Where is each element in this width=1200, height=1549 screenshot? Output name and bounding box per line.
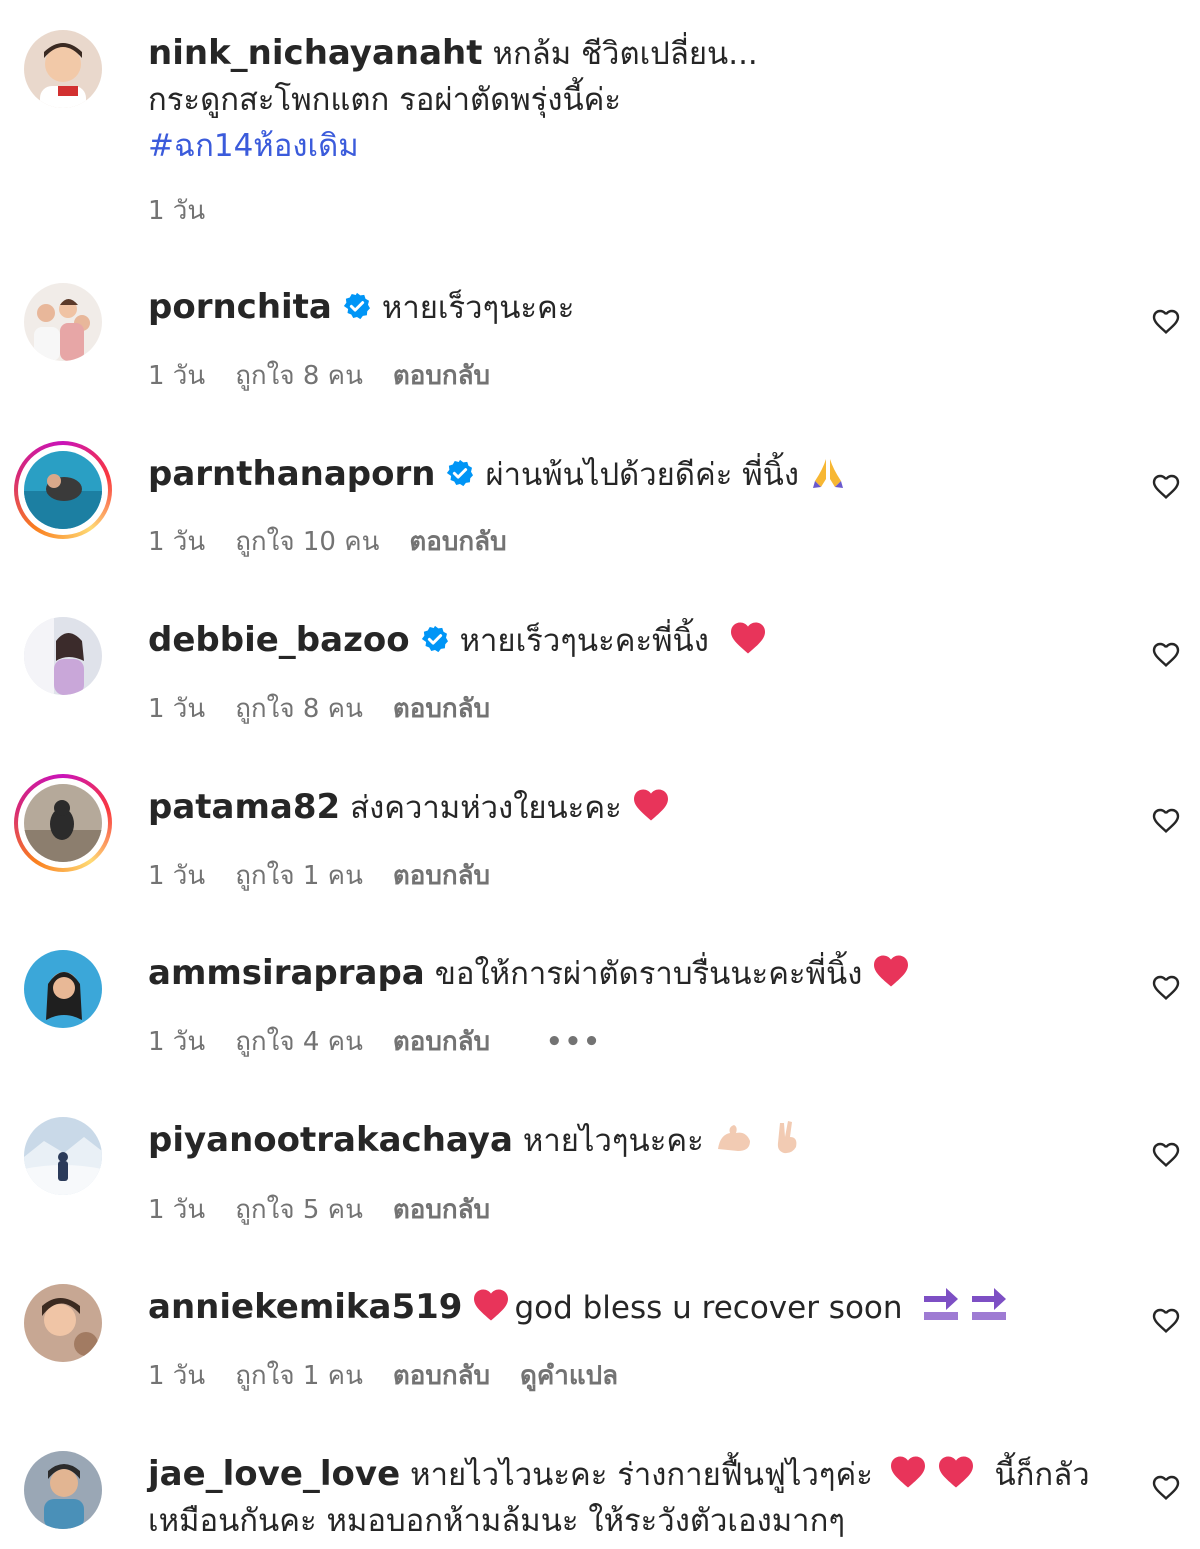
- post-meta: 1 วัน: [148, 190, 235, 231]
- caption-line-1: หกล้ม ชีวิตเปลี่ยน...: [492, 36, 758, 72]
- comment-patama82: patama82 ส่งความห่วงใยนะคะ: [148, 784, 1105, 831]
- comment-text: หายเร็วๆนะคะพี่นิ้ง: [459, 623, 709, 659]
- comment-username[interactable]: piyanootrakachaya: [148, 1120, 513, 1160]
- heart-outline-icon[interactable]: [1150, 1471, 1182, 1503]
- comment-ammsiraprapa: ammsiraprapa ขอให้การผ่าตัดราบรื่นนะคะพี่…: [148, 950, 1105, 997]
- comment-text: หายไวๆนะคะ: [522, 1123, 704, 1159]
- comment-time[interactable]: 1 วัน: [148, 1027, 205, 1057]
- comment-time[interactable]: 1 วัน: [148, 694, 205, 724]
- avatar-patama82: [24, 784, 102, 862]
- avatar-nink-nichayanaht[interactable]: [24, 30, 102, 108]
- comment-text: ขอให้การผ่าตัดราบรื่นนะคะพี่นิ้ง: [434, 956, 863, 992]
- hashtag-link[interactable]: #ฉก14ห้องเดิม: [148, 128, 359, 164]
- comment-time[interactable]: 1 วัน: [148, 1195, 205, 1225]
- comment-username[interactable]: pornchita: [148, 287, 332, 327]
- verified-badge-icon: [343, 292, 370, 320]
- comment-username[interactable]: patama82: [148, 787, 340, 827]
- comment-time[interactable]: 1 วัน: [148, 361, 205, 391]
- story-ring[interactable]: [14, 774, 112, 872]
- comment-username[interactable]: jae_love_love: [148, 1454, 400, 1494]
- folded-hands-emoji: [812, 459, 843, 488]
- comment-username[interactable]: debbie_bazoo: [148, 620, 410, 660]
- reply-button[interactable]: ตอบกลับ: [393, 361, 490, 391]
- comment-text: หายเร็วๆนะคะ: [381, 290, 575, 326]
- comment-text: god bless u recover soon: [514, 1290, 903, 1326]
- heart-outline-icon[interactable]: [1150, 971, 1182, 1003]
- reply-button[interactable]: ตอบกลับ: [393, 1027, 490, 1057]
- comment-piyanootrakachaya: piyanootrakachaya หายไวๆนะคะ: [148, 1117, 1105, 1164]
- red-heart-emoji: [938, 1456, 973, 1488]
- comment-meta: 1 วัน ถูกใจ 8 คน ตอบกลับ: [148, 688, 520, 729]
- avatar-jae-love-love[interactable]: [24, 1451, 102, 1529]
- avatar-ammsiraprapa[interactable]: [24, 950, 102, 1028]
- comment-meta: 1 วัน ถูกใจ 10 คน ตอบกลับ: [148, 521, 537, 562]
- comment-likes[interactable]: ถูกใจ 10 คน: [235, 527, 379, 557]
- comment-likes[interactable]: ถูกใจ 4 คน: [235, 1027, 363, 1057]
- red-heart-emoji: [730, 622, 765, 654]
- comment-time[interactable]: 1 วัน: [148, 861, 205, 891]
- reply-button[interactable]: ตอบกลับ: [393, 861, 490, 891]
- reply-button[interactable]: ตอบกลับ: [409, 527, 506, 557]
- post-time[interactable]: 1 วัน: [148, 196, 205, 226]
- soon-arrow-emoji: [972, 1288, 1007, 1320]
- heart-outline-icon[interactable]: [1150, 305, 1182, 337]
- heart-outline-icon[interactable]: [1150, 638, 1182, 670]
- comment-username[interactable]: parnthanaporn: [148, 454, 435, 494]
- red-heart-emoji: [890, 1456, 925, 1488]
- see-translation-button[interactable]: ดูคำแปล: [520, 1361, 618, 1391]
- soon-arrow-emoji: [924, 1288, 959, 1320]
- comment-likes[interactable]: ถูกใจ 1 คน: [235, 1361, 363, 1391]
- avatar-anniekemika519[interactable]: [24, 1284, 102, 1362]
- reply-button[interactable]: ตอบกลับ: [393, 694, 490, 724]
- avatar-pornchita[interactable]: [24, 283, 102, 361]
- comment-text-continued: นี้ก็กลัว: [994, 1457, 1090, 1493]
- story-ring[interactable]: [14, 441, 112, 539]
- avatar-piyanootrakachaya[interactable]: [24, 1117, 102, 1195]
- flexed-biceps-emoji: [717, 1125, 750, 1151]
- avatar-parnthanaporn: [24, 451, 102, 529]
- reply-button[interactable]: ตอบกลับ: [393, 1195, 490, 1225]
- comment-debbie-bazoo: debbie_bazoo หายเร็วๆนะคะพี่นิ้ง: [148, 617, 1105, 664]
- comment-username[interactable]: anniekemika519: [148, 1287, 462, 1327]
- comment-meta: 1 วัน ถูกใจ 1 คน ตอบกลับ ดูคำแปล: [148, 1355, 648, 1396]
- verified-badge-icon: [421, 625, 448, 653]
- comment-likes[interactable]: ถูกใจ 5 คน: [235, 1195, 363, 1225]
- comment-meta: 1 วัน ถูกใจ 4 คน ตอบกลับ •••: [148, 1021, 632, 1062]
- heart-outline-icon[interactable]: [1150, 1138, 1182, 1170]
- comment-likes[interactable]: ถูกใจ 8 คน: [235, 361, 363, 391]
- comment-meta: 1 วัน ถูกใจ 5 คน ตอบกลับ: [148, 1189, 520, 1230]
- caption-line-2: กระดูกสะโพกแตก รอผ่าตัดพรุ่งนี้ค่ะ: [148, 82, 622, 118]
- comment-time[interactable]: 1 วัน: [148, 1361, 205, 1391]
- more-options-button[interactable]: •••: [546, 1027, 602, 1057]
- heart-outline-icon[interactable]: [1150, 470, 1182, 502]
- comment-meta: 1 วัน ถูกใจ 8 คน ตอบกลับ: [148, 355, 520, 396]
- comment-jae-love-love: jae_love_love หายไวไวนะคะ ร่างกายฟื้นฟูไว…: [148, 1451, 1105, 1544]
- reply-button[interactable]: ตอบกลับ: [393, 1361, 490, 1391]
- comment-pornchita: pornchita หายเร็วๆนะคะ: [148, 284, 1105, 331]
- comment-text: ผ่านพ้นไปด้วยดีค่ะ พี่นิ้ง: [485, 457, 799, 493]
- comment-text: หายไวไวนะคะ ร่างกายฟื้นฟูไวๆค่ะ: [410, 1457, 873, 1493]
- red-heart-emoji: [633, 789, 668, 821]
- verified-badge-icon: [447, 459, 474, 487]
- comment-meta: 1 วัน ถูกใจ 1 คน ตอบกลับ: [148, 855, 520, 896]
- post-username[interactable]: nink_nichayanaht: [148, 33, 483, 73]
- comment-text-line-2: เหมือนกันคะ หมอบอกห้ามล้มนะ ให้ระวังตัวเ…: [148, 1503, 846, 1539]
- comment-likes[interactable]: ถูกใจ 1 คน: [235, 861, 363, 891]
- comment-anniekemika519: anniekemika519 god bless u recover soon: [148, 1284, 1105, 1331]
- heart-outline-icon[interactable]: [1150, 804, 1182, 836]
- comment-username[interactable]: ammsiraprapa: [148, 953, 425, 993]
- avatar-debbie-bazoo[interactable]: [24, 617, 102, 695]
- red-heart-emoji: [474, 1289, 509, 1321]
- comment-text: ส่งความห่วงใยนะคะ: [350, 790, 622, 826]
- victory-hand-emoji: [777, 1121, 796, 1154]
- comment-time[interactable]: 1 วัน: [148, 527, 205, 557]
- red-heart-emoji: [874, 955, 909, 987]
- post-caption: nink_nichayanaht หกล้ม ชีวิตเปลี่ยน... กร…: [148, 30, 1105, 169]
- heart-outline-icon[interactable]: [1150, 1304, 1182, 1336]
- comment-likes[interactable]: ถูกใจ 8 คน: [235, 694, 363, 724]
- comment-parnthanaporn: parnthanaporn ผ่านพ้นไปด้วยดีค่ะ พี่นิ้ง: [148, 451, 1105, 498]
